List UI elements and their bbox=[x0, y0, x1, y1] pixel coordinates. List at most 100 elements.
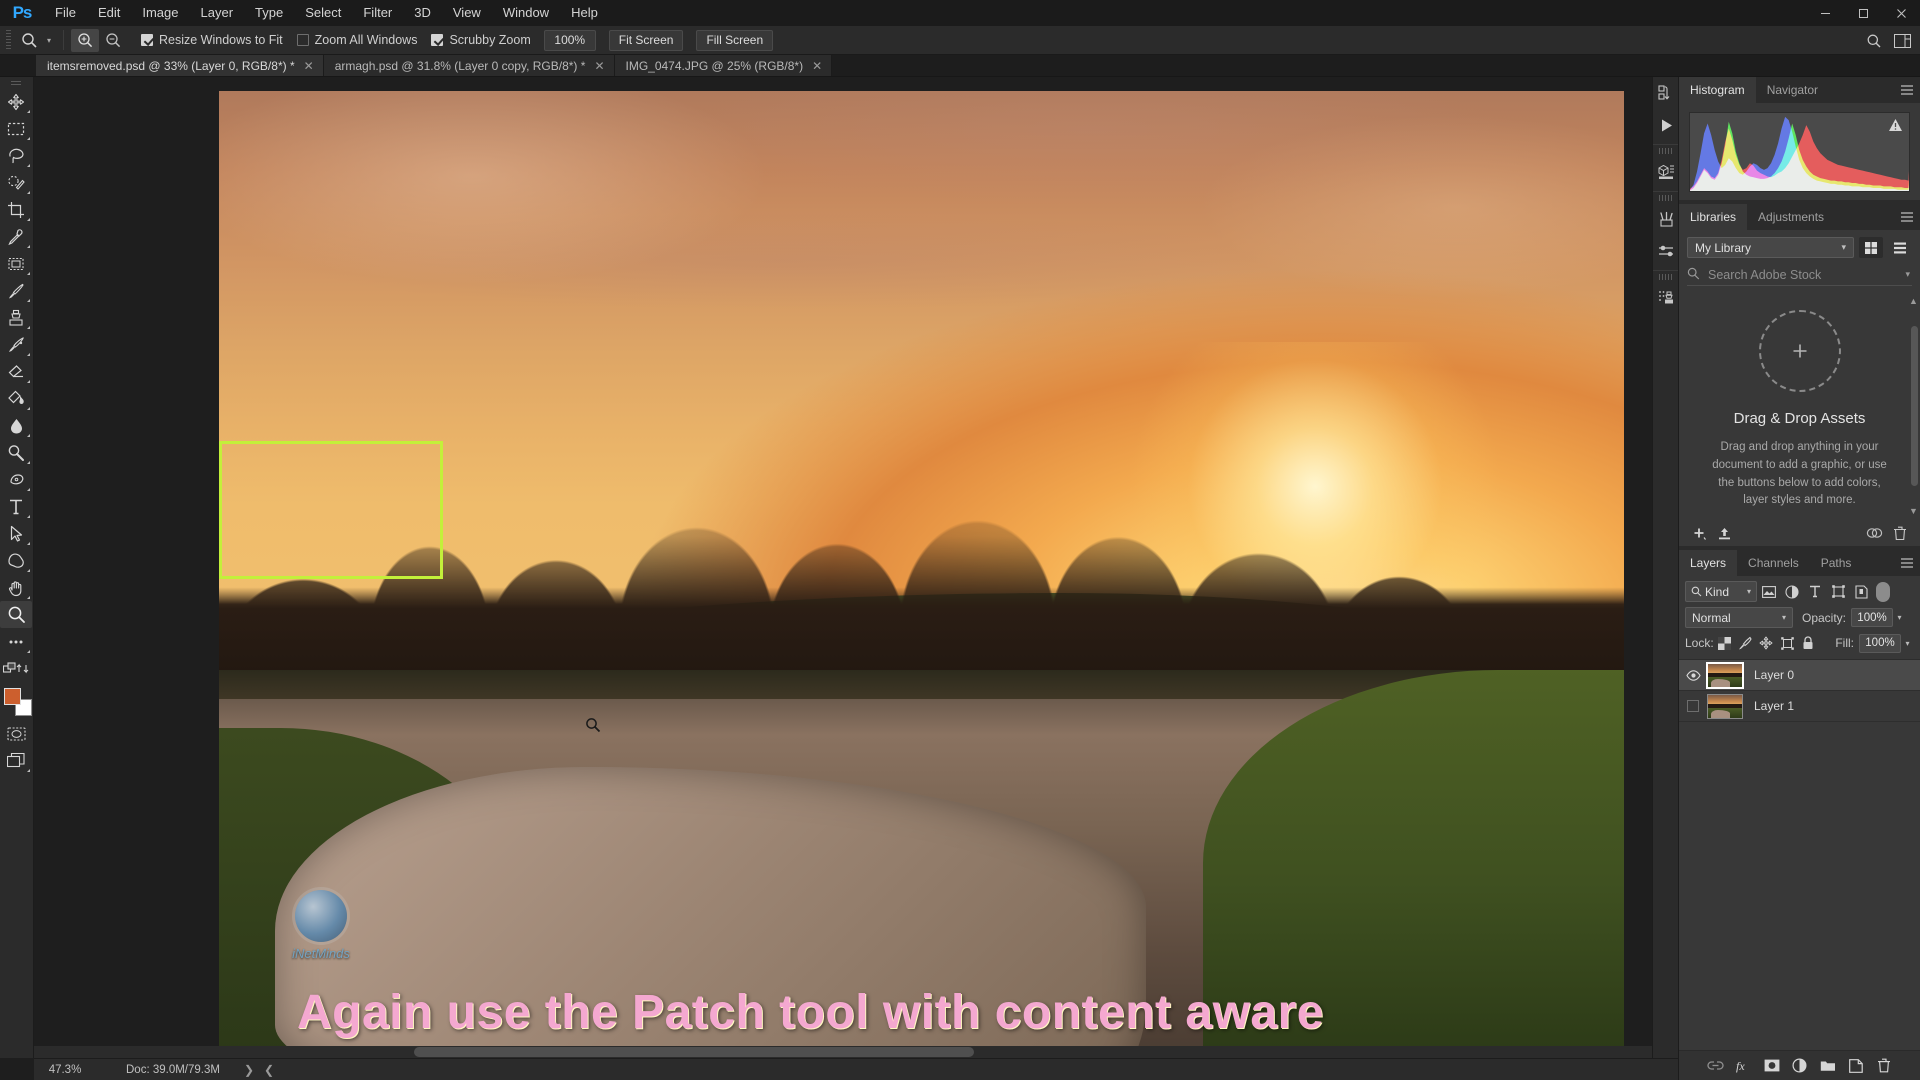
fill-field[interactable]: 100% bbox=[1859, 633, 1901, 653]
tab-channels[interactable]: Channels bbox=[1737, 550, 1810, 577]
menu-item-type[interactable]: Type bbox=[244, 0, 294, 26]
3d-icon[interactable] bbox=[1653, 156, 1679, 188]
resize-windows-to-fit-checkbox[interactable]: Resize Windows to Fit bbox=[141, 33, 283, 47]
foreground-color-swatch[interactable] bbox=[4, 688, 21, 705]
adobe-stock-search[interactable]: Search Adobe Stock ▾ bbox=[1687, 264, 1912, 286]
gradient-tool[interactable] bbox=[0, 385, 32, 412]
document-canvas[interactable]: iNetMinds Again use the Patch tool with … bbox=[219, 91, 1624, 1056]
fill-chevron-icon[interactable]: ▾ bbox=[1901, 634, 1914, 653]
panel-menu-icon[interactable] bbox=[1900, 556, 1914, 570]
document-tab[interactable]: itemsremoved.psd @ 33% (Layer 0, RGB/8*)… bbox=[36, 55, 324, 76]
tab-navigator[interactable]: Navigator bbox=[1755, 77, 1830, 103]
drag-drop-assets-area[interactable]: Drag & Drop Assets Drag and drop anythin… bbox=[1679, 292, 1920, 520]
lock-image-icon[interactable] bbox=[1735, 633, 1756, 653]
smartobject-filter-icon[interactable] bbox=[1850, 581, 1872, 602]
edit-toolbar-button[interactable] bbox=[0, 655, 32, 682]
scroll-down-icon[interactable]: ▼ bbox=[1909, 506, 1918, 516]
selection-marquee[interactable] bbox=[219, 441, 443, 579]
new-group-icon[interactable] bbox=[1814, 1054, 1842, 1078]
library-select[interactable]: My Library ▾ bbox=[1687, 237, 1854, 258]
layer-thumbnail[interactable] bbox=[1706, 661, 1744, 689]
fx-icon[interactable]: fx bbox=[1730, 1054, 1758, 1078]
libraries-scrollbar[interactable]: ▲ ▼ bbox=[1909, 296, 1918, 516]
tool-preset-chevron-icon[interactable]: ▾ bbox=[42, 28, 56, 52]
frame-tool[interactable] bbox=[0, 250, 32, 277]
history-icon[interactable] bbox=[1653, 77, 1679, 109]
play-icon[interactable] bbox=[1653, 109, 1679, 141]
scroll-up-icon[interactable]: ▲ bbox=[1909, 296, 1918, 306]
move-tool[interactable] bbox=[0, 88, 32, 115]
menu-item-filter[interactable]: Filter bbox=[352, 0, 403, 26]
zoom-tool[interactable] bbox=[0, 601, 32, 628]
rail-group-grip-2[interactable] bbox=[1659, 195, 1672, 201]
new-layer-icon[interactable] bbox=[1842, 1054, 1870, 1078]
close-tab-icon[interactable]: ✕ bbox=[304, 60, 314, 72]
add-mask-icon[interactable] bbox=[1758, 1054, 1786, 1078]
status-collapse-icon[interactable]: ❮ bbox=[264, 1063, 274, 1077]
custom-shape-tool[interactable] bbox=[0, 547, 32, 574]
close-button[interactable] bbox=[1882, 0, 1920, 26]
chevron-down-icon[interactable]: ▾ bbox=[1905, 269, 1910, 280]
type-tool[interactable] bbox=[0, 493, 32, 520]
menu-item-3d[interactable]: 3D bbox=[403, 0, 442, 26]
zoom-100-button[interactable]: 100% bbox=[543, 29, 596, 51]
menu-item-view[interactable]: View bbox=[442, 0, 492, 26]
eyedropper-tool[interactable] bbox=[0, 223, 32, 250]
layer-thumbnail[interactable] bbox=[1707, 693, 1743, 719]
lock-transparent-icon[interactable] bbox=[1714, 633, 1735, 653]
link-layers-icon[interactable] bbox=[1702, 1054, 1730, 1078]
more-tools-button[interactable] bbox=[0, 628, 32, 655]
layer-row[interactable]: Layer 1 bbox=[1679, 691, 1920, 723]
lock-position-icon[interactable] bbox=[1756, 633, 1777, 653]
lock-all-icon[interactable] bbox=[1798, 633, 1819, 653]
properties-icon[interactable] bbox=[1653, 235, 1679, 267]
menu-item-file[interactable]: File bbox=[44, 0, 87, 26]
brush-tool[interactable] bbox=[0, 277, 32, 304]
layer-visibility-eye-icon[interactable] bbox=[1683, 669, 1703, 681]
type-filter-icon[interactable] bbox=[1804, 581, 1826, 602]
panel-menu-icon[interactable] bbox=[1900, 210, 1914, 224]
tab-layers[interactable]: Layers bbox=[1679, 550, 1738, 577]
layer-filter-kind-select[interactable]: Kind ▾ bbox=[1685, 581, 1757, 603]
minimize-button[interactable] bbox=[1806, 0, 1844, 26]
current-tool-zoom-icon[interactable] bbox=[16, 28, 42, 52]
screen-mode-button[interactable] bbox=[0, 747, 32, 774]
status-expand-icon[interactable]: ❯ bbox=[244, 1063, 254, 1077]
list-view-icon[interactable] bbox=[1888, 237, 1912, 258]
menu-item-edit[interactable]: Edit bbox=[87, 0, 131, 26]
opacity-chevron-icon[interactable]: ▾ bbox=[1893, 608, 1906, 627]
histogram-chart[interactable] bbox=[1689, 112, 1910, 192]
workspace-switcher-icon[interactable] bbox=[1888, 29, 1916, 53]
clone-stamp-tool[interactable] bbox=[0, 304, 32, 331]
layer-visibility-off-icon[interactable] bbox=[1683, 700, 1703, 713]
adjustment-layer-icon[interactable] bbox=[1786, 1054, 1814, 1078]
zoom-level-field[interactable]: 47.3% bbox=[34, 1064, 96, 1076]
menu-item-help[interactable]: Help bbox=[560, 0, 609, 26]
options-bar-grip[interactable] bbox=[6, 29, 11, 51]
canvas-horizontal-scrollbar[interactable] bbox=[34, 1046, 1666, 1058]
tab-libraries[interactable]: Libraries bbox=[1679, 204, 1748, 230]
menu-item-layer[interactable]: Layer bbox=[190, 0, 245, 26]
close-tab-icon[interactable]: ✕ bbox=[594, 60, 604, 72]
quick-mask-button[interactable] bbox=[0, 720, 32, 747]
search-icon[interactable] bbox=[1860, 29, 1888, 53]
path-selection-tool[interactable] bbox=[0, 520, 32, 547]
opacity-field[interactable]: 100% bbox=[1851, 608, 1894, 628]
pen-tool[interactable] bbox=[0, 466, 32, 493]
lock-artboard-icon[interactable] bbox=[1777, 633, 1798, 653]
tab-adjustments[interactable]: Adjustments bbox=[1747, 204, 1836, 230]
panel-menu-icon[interactable] bbox=[1900, 83, 1914, 97]
creative-cloud-icon[interactable] bbox=[1862, 522, 1887, 544]
adjustment-filter-icon[interactable] bbox=[1781, 581, 1803, 602]
libraries-scroll-thumb[interactable] bbox=[1911, 326, 1918, 486]
rail-group-grip[interactable] bbox=[1659, 148, 1672, 154]
search-input[interactable]: Search Adobe Stock bbox=[1708, 268, 1905, 282]
eraser-tool[interactable] bbox=[0, 358, 32, 385]
history-brush-tool[interactable] bbox=[0, 331, 32, 358]
clone-source-icon[interactable] bbox=[1653, 282, 1679, 314]
document-tab[interactable]: armagh.psd @ 31.8% (Layer 0 copy, RGB/8*… bbox=[323, 55, 615, 76]
grid-view-icon[interactable] bbox=[1859, 237, 1883, 258]
cached-data-warning-icon[interactable] bbox=[1888, 118, 1903, 135]
add-asset-circle[interactable] bbox=[1758, 310, 1841, 392]
delete-layer-icon[interactable] bbox=[1870, 1054, 1898, 1078]
